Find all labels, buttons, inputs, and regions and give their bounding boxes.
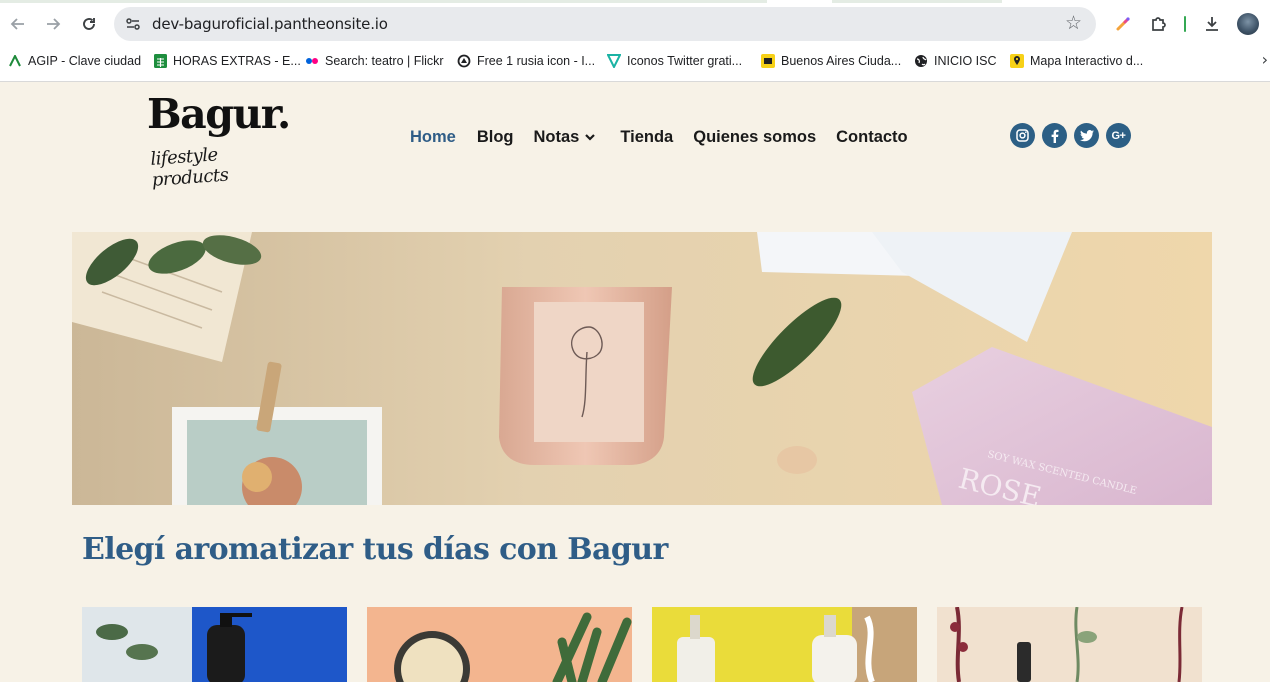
menu-item-blog[interactable]: Blog [477,128,514,147]
bookmark-buenos-aires-ciudad[interactable]: Buenos Aires Ciuda... [761,50,901,72]
hero-photo-illustration: SOY WAX SCENTED CANDLE ROSE [72,232,1212,505]
menu-item-home[interactable]: Home [410,128,456,147]
product-card-2[interactable] [367,607,632,682]
chevron-down-icon [585,134,596,141]
tab-strip-edge [0,0,1270,3]
agip-icon [8,54,22,68]
twitter-icon[interactable] [1074,123,1099,148]
site-settings-icon[interactable] [124,15,142,33]
bookmark-free-rusia-icon[interactable]: Free 1 rusia icon - I... [457,50,595,72]
bookmark-agip[interactable]: AGIP - Clave ciudad [8,50,141,72]
menu-item-notas[interactable]: Notas [534,128,597,147]
product-image-3 [652,607,917,682]
browser-chrome: dev-baguroficial.pantheonsite.io ☆ AGIP … [0,0,1270,82]
back-arrow-icon[interactable] [6,12,30,36]
menu-item-quienes-somos[interactable]: Quienes somos [693,128,816,147]
address-bar[interactable]: dev-baguroficial.pantheonsite.io ☆ [114,7,1096,41]
menu-item-notas-label: Notas [533,127,580,146]
flaticon-icon [457,54,471,68]
ba-ciudad-icon [761,54,775,68]
puzzle-icon[interactable] [1147,12,1171,36]
google-plus-icon[interactable]: G+ [1106,123,1131,148]
product-card-1[interactable] [82,607,347,682]
main-menu: Home Blog Notas Tienda Quienes somos Con… [410,126,908,148]
page-headline: Elegí aromatizar tus días con Bagur [82,532,668,567]
site-logo[interactable]: Bagur. lifestyle products [147,88,292,191]
facebook-icon[interactable] [1042,123,1067,148]
globe-icon [914,54,928,68]
logo-wordmark: Bagur. [147,90,291,138]
google-plus-label: G+ [1111,129,1126,142]
download-icon[interactable] [1200,12,1224,36]
bookmarks-bar: AGIP - Clave ciudad HORAS EXTRAS - E... … [0,50,1270,72]
sheets-icon [153,54,167,68]
bookmark-horas-extras[interactable]: HORAS EXTRAS - E... [153,50,301,72]
product-image-1 [82,607,347,682]
menu-item-tienda[interactable]: Tienda [620,128,673,147]
url-text[interactable]: dev-baguroficial.pantheonsite.io [152,15,388,33]
hero-image: SOY WAX SCENTED CANDLE ROSE [72,232,1212,505]
freepik-icon [607,54,621,68]
toolbar-separator [1184,16,1186,32]
product-cards [82,607,1202,682]
forward-arrow-icon[interactable] [41,12,65,36]
star-icon[interactable]: ☆ [1065,12,1082,34]
flickr-icon [305,54,319,68]
bookmark-flickr[interactable]: Search: teatro | Flickr [305,50,444,72]
product-image-2 [367,607,632,682]
reload-icon[interactable] [77,12,101,36]
product-card-4[interactable] [937,607,1202,682]
menu-item-contacto[interactable]: Contacto [836,128,908,147]
logo-tagline: lifestyle products [149,144,230,191]
product-image-4 [937,607,1202,682]
instagram-icon[interactable] [1010,123,1035,148]
map-pin-icon [1010,54,1024,68]
product-card-3[interactable] [652,607,917,682]
bookmark-inicio-isc[interactable]: INICIO ISC [914,50,997,72]
social-links: G+ [1010,123,1131,148]
bookmarks-overflow-chevron-icon[interactable]: › [1262,50,1268,69]
website: Bagur. lifestyle products Home Blog Nota… [0,82,1270,682]
color-picker-extension-icon[interactable] [1111,12,1135,36]
bookmark-iconos-twitter[interactable]: Iconos Twitter grati... [607,50,742,72]
bookmark-mapa-interactivo[interactable]: Mapa Interactivo d... [1010,50,1143,72]
profile-avatar[interactable] [1237,13,1259,35]
